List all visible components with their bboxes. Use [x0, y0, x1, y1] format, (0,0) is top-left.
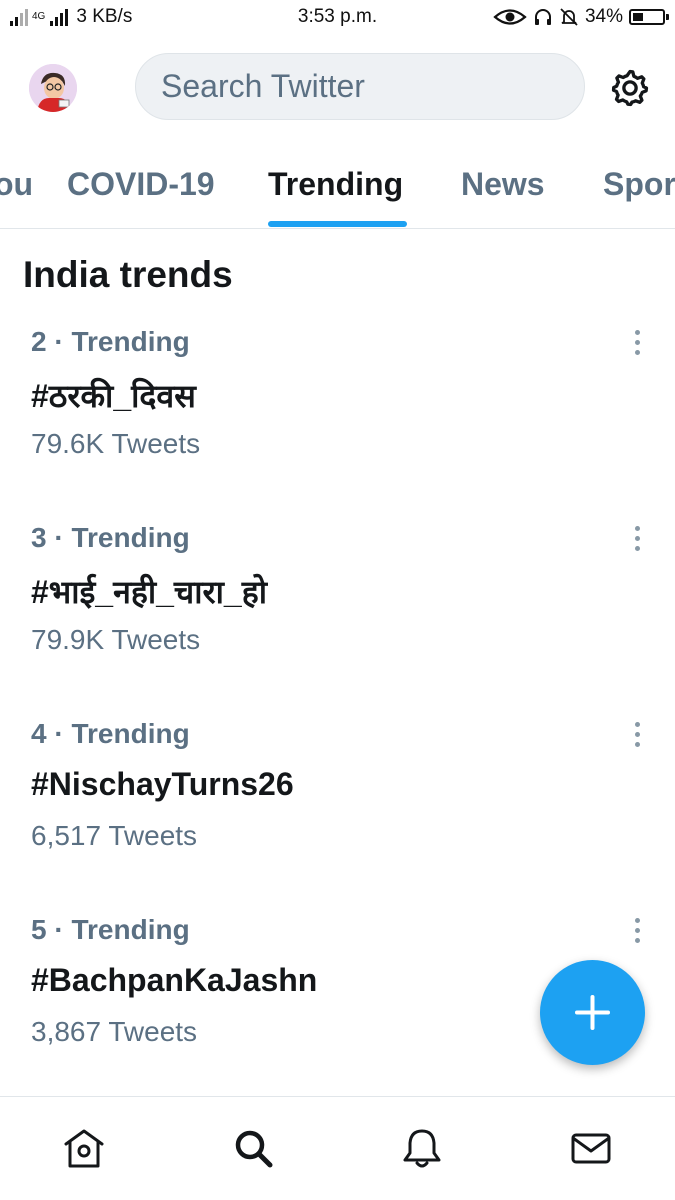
trend-hashtag[interactable]: #NischayTurns26: [31, 766, 294, 803]
more-options-icon[interactable]: [622, 914, 652, 950]
trend-tweet-count: 79.6K Tweets: [31, 428, 201, 459]
explore-screen: 4G 3 KB/s 3:53 p.m. 34% Search Twitter o…: [0, 0, 675, 1200]
tab-trending[interactable]: Trending: [268, 166, 403, 203]
battery-icon: [629, 9, 669, 25]
tab-sports[interactable]: Spor: [603, 166, 675, 203]
more-options-icon[interactable]: [622, 522, 652, 558]
gear-icon[interactable]: [609, 67, 651, 109]
trend-item[interactable]: 3 · Trending #भाई_नही_चारा_हो 79.9K Twee…: [0, 522, 675, 692]
status-bar: 4G 3 KB/s 3:53 p.m. 34%: [0, 0, 675, 36]
bell-muted-icon: [560, 8, 578, 26]
tab-covid-19[interactable]: COVID-19: [67, 166, 215, 203]
active-tab-indicator: [268, 221, 407, 227]
trend-meta: 2 · Trending: [31, 326, 190, 357]
trend-meta: 5 · Trending: [31, 914, 190, 945]
messages-icon[interactable]: [566, 1123, 616, 1173]
battery-percent: 34%: [584, 6, 623, 27]
tab-for-you[interactable]: ou: [0, 166, 33, 203]
more-options-icon[interactable]: [622, 718, 652, 754]
avatar[interactable]: [29, 64, 77, 112]
trend-hashtag[interactable]: #भाई_नही_चारा_हो: [31, 570, 267, 613]
trend-tweet-count: 3,867 Tweets: [31, 1016, 198, 1047]
avatar-image: [29, 64, 77, 112]
trend-hashtag[interactable]: #ठरकी_दिवस: [31, 374, 196, 417]
more-options-icon[interactable]: [622, 326, 652, 362]
trend-item[interactable]: 2 · Trending #ठरकी_दिवस 79.6K Tweets: [0, 326, 675, 496]
status-right: 34%: [493, 6, 669, 28]
home-icon[interactable]: [59, 1123, 109, 1173]
notifications-icon[interactable]: [397, 1123, 447, 1173]
explore-tabs: ou COVID-19 Trending News Spor: [0, 140, 675, 229]
trend-meta: 3 · Trending: [31, 522, 190, 553]
trend-meta: 4 · Trending: [31, 718, 190, 749]
bottom-navigation: [0, 1096, 675, 1200]
compose-tweet-button[interactable]: [540, 960, 645, 1065]
search-input[interactable]: [159, 67, 563, 106]
section-title: India trends: [23, 254, 233, 295]
search-bar[interactable]: [135, 53, 585, 120]
search-icon[interactable]: [228, 1123, 278, 1173]
top-app-bar: [0, 36, 675, 140]
trend-item[interactable]: 4 · Trending #NischayTurns26 6,517 Tweet…: [0, 718, 675, 888]
eye-icon: [493, 9, 527, 25]
tab-news[interactable]: News: [461, 166, 545, 203]
headphones-icon: [534, 9, 551, 25]
trend-tweet-count: 79.9K Tweets: [31, 624, 201, 655]
trend-tweet-count: 6,517 Tweets: [31, 820, 198, 851]
plus-icon: [575, 995, 610, 1030]
trend-hashtag[interactable]: #BachpanKaJashn: [31, 962, 317, 999]
